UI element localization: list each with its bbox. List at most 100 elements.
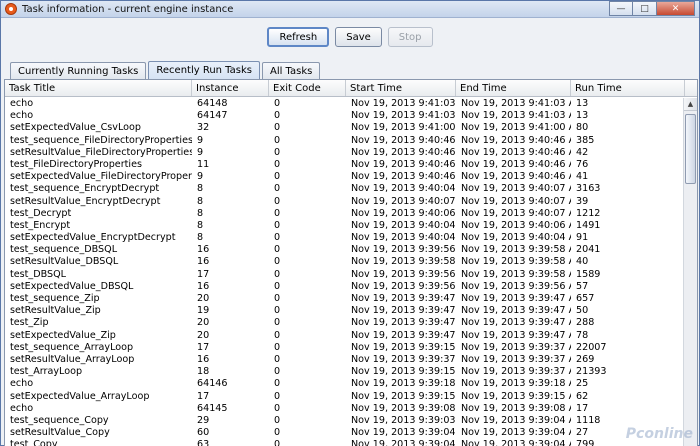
cell-task-title: setResultValue_Copy	[10, 427, 110, 439]
table-row[interactable]: setExpectedValue_EncryptDecrypt 8 0 Nov 19,…	[5, 232, 685, 244]
cell-end-time: Nov 19, 2013 9:40:46 AM	[461, 146, 571, 158]
cell-instance: 17	[197, 268, 210, 280]
tab-recently-run[interactable]: Recently Run Tasks	[148, 61, 260, 79]
table-row[interactable]: setExpectedValue_ArrayLoop 17 0 Nov 19, 201…	[5, 391, 685, 403]
cell-start-time: Nov 19, 2013 9:39:56 AM	[351, 244, 456, 256]
cell-start-time: Nov 19, 2013 9:39:58 AM	[351, 256, 456, 268]
table-row[interactable]: test_DBSQL 17 0 Nov 19, 2013 9:39:56 AM Nov …	[5, 269, 685, 281]
cell-task-title: test_sequence_DBSQL	[10, 244, 118, 256]
cell-start-time: Nov 19, 2013 9:39:47 AM	[351, 329, 456, 341]
cell-instance: 20	[197, 329, 210, 341]
cell-exit-code: 0	[274, 366, 281, 378]
cell-task-title: test_Zip	[10, 317, 49, 329]
column-header-end-time[interactable]: End Time	[456, 80, 571, 96]
cell-end-time: Nov 19, 2013 9:40:07 AM	[461, 183, 571, 195]
table-row[interactable]: setResultValue_Copy 60 0 Nov 19, 2013 9:39:…	[5, 427, 685, 439]
cell-start-time: Nov 19, 2013 9:39:15 AM	[351, 341, 456, 353]
table-row[interactable]: echo 64145 0 Nov 19, 2013 9:39:08 AM Nov 19,…	[5, 403, 685, 415]
table-row[interactable]: setResultValue_FileDirectoryProperties 9 0…	[5, 147, 685, 159]
cell-end-time: Nov 19, 2013 9:39:04 AM	[461, 427, 571, 439]
table-row[interactable]: echo 64148 0 Nov 19, 2013 9:41:03 AM Nov 19,…	[5, 98, 685, 110]
cell-exit-code: 0	[274, 378, 281, 390]
cell-exit-code: 0	[274, 183, 281, 195]
vertical-scrollbar[interactable]: ▲	[683, 98, 697, 446]
cell-start-time: Nov 19, 2013 9:40:04 AM	[351, 232, 456, 244]
cell-run-time: 3163	[576, 183, 601, 195]
cell-end-time: Nov 19, 2013 9:39:37 AM	[461, 353, 571, 365]
table-row[interactable]: test_Decrypt 8 0 Nov 19, 2013 9:40:06 AM Nov…	[5, 208, 685, 220]
title-bar[interactable]: Task information - current engine instan…	[1, 1, 699, 18]
cell-start-time: Nov 19, 2013 9:40:06 AM	[351, 207, 456, 219]
table-row[interactable]: setResultValue_Zip 19 0 Nov 19, 2013 9:39:4…	[5, 305, 685, 317]
table-row[interactable]: echo 64147 0 Nov 19, 2013 9:41:03 AM Nov 19,…	[5, 110, 685, 122]
cell-start-time: Nov 19, 2013 9:39:15 AM	[351, 366, 456, 378]
cell-start-time: Nov 19, 2013 9:39:18 AM	[351, 378, 456, 390]
cell-run-time: 1491	[576, 219, 601, 231]
cell-run-time: 80	[576, 122, 589, 134]
cell-run-time: 42	[576, 146, 589, 158]
refresh-button[interactable]: Refresh	[267, 27, 330, 47]
cell-run-time: 78	[576, 329, 589, 341]
cell-start-time: Nov 19, 2013 9:40:04 AM	[351, 219, 456, 231]
save-button[interactable]: Save	[335, 27, 382, 47]
table-row[interactable]: setExpectedValue_DBSQL 16 0 Nov 19, 2013 9:…	[5, 281, 685, 293]
stop-button: Stop	[387, 27, 433, 47]
cell-exit-code: 0	[274, 256, 281, 268]
maximize-icon[interactable]: □	[633, 1, 657, 16]
minimize-icon[interactable]: —	[609, 1, 633, 16]
column-header-run-time[interactable]: Run Time	[571, 80, 685, 96]
cell-task-title: echo	[10, 98, 34, 109]
cell-run-time: 25	[576, 378, 589, 390]
table-row[interactable]: setExpectedValue_Zip 20 0 Nov 19, 2013 9:39…	[5, 330, 685, 342]
table-row[interactable]: setResultValue_EncryptDecrypt 8 0 Nov 19, 2…	[5, 196, 685, 208]
cell-exit-code: 0	[274, 439, 281, 446]
window-controls: — □ ✕	[609, 1, 695, 17]
table-row[interactable]: test_ArrayLoop 18 0 Nov 19, 2013 9:39:15 AM…	[5, 366, 685, 378]
cell-instance: 63	[197, 439, 210, 446]
table-row[interactable]: test_sequence_FileDirectoryProperties 9 0 N…	[5, 135, 685, 147]
table-row[interactable]: setExpectedValue_FileDirectoryProperties…	[5, 171, 685, 183]
column-header-instance[interactable]: Instance	[192, 80, 269, 96]
scrollbar-thumb[interactable]	[685, 114, 696, 184]
cell-instance: 8	[197, 232, 204, 244]
table-row[interactable]: setExpectedValue_CsvLoop 32 0 Nov 19, 2013 …	[5, 122, 685, 134]
cell-start-time: Nov 19, 2013 9:39:47 AM	[351, 305, 456, 317]
cell-task-title: echo	[10, 110, 34, 122]
table-row[interactable]: setResultValue_DBSQL 16 0 Nov 19, 2013 9:39…	[5, 256, 685, 268]
tab-all-tasks[interactable]: All Tasks	[261, 62, 321, 79]
cell-instance: 64148	[197, 98, 228, 109]
table-row[interactable]: test_sequence_Zip 20 0 Nov 19, 2013 9:39:47…	[5, 293, 685, 305]
cell-task-title: test_sequence_EncryptDecrypt	[10, 183, 160, 195]
cell-exit-code: 0	[274, 402, 281, 414]
column-header-task-title[interactable]: Task Title	[5, 80, 192, 96]
cell-instance: 8	[197, 207, 204, 219]
table-row[interactable]: test_sequence_ArrayLoop 17 0 Nov 19, 2013 9…	[5, 342, 685, 354]
cell-task-title: setExpectedValue_Zip	[10, 329, 116, 341]
cell-exit-code: 0	[274, 305, 281, 317]
table-row[interactable]: test_FileDirectoryProperties 11 0 Nov 19, 2…	[5, 159, 685, 171]
column-header-start-time[interactable]: Start Time	[346, 80, 456, 96]
cell-end-time: Nov 19, 2013 9:39:47 AM	[461, 317, 571, 329]
table-row[interactable]: test_Zip 20 0 Nov 19, 2013 9:39:47 AM Nov 19…	[5, 317, 685, 329]
table-row[interactable]: test_sequence_Copy 29 0 Nov 19, 2013 9:39:0…	[5, 415, 685, 427]
cell-task-title: setExpectedValue_DBSQL	[10, 280, 134, 292]
table-row[interactable]: echo 64146 0 Nov 19, 2013 9:39:18 AM Nov 19,…	[5, 378, 685, 390]
cell-end-time: Nov 19, 2013 9:39:47 AM	[461, 305, 571, 317]
tab-currently-running[interactable]: Currently Running Tasks	[10, 62, 147, 79]
cell-start-time: Nov 19, 2013 9:40:07 AM	[351, 195, 456, 207]
table-body: echo641480Nov 19, 2013 9:41:03 AMNov 19,…	[5, 98, 685, 446]
table-row[interactable]: test_sequence_EncryptDecrypt 8 0 Nov 19, 20…	[5, 183, 685, 195]
table-row[interactable]: test_Encrypt 8 0 Nov 19, 2013 9:40:04 AM Nov…	[5, 220, 685, 232]
close-icon[interactable]: ✕	[657, 1, 695, 16]
cell-end-time: Nov 19, 2013 9:39:58 AM	[461, 268, 571, 280]
scroll-up-icon[interactable]: ▲	[684, 98, 697, 111]
table-row[interactable]: test_Copy 63 0 Nov 19, 2013 9:39:04 AM Nov 1…	[5, 439, 685, 446]
cell-start-time: Nov 19, 2013 9:40:46 AM	[351, 134, 456, 146]
cell-exit-code: 0	[274, 280, 281, 292]
table-row[interactable]: setResultValue_ArrayLoop 16 0 Nov 19, 2013 …	[5, 354, 685, 366]
cell-end-time: Nov 19, 2013 9:39:47 AM	[461, 329, 571, 341]
column-header-exit-code[interactable]: Exit Code	[269, 80, 346, 96]
cell-task-title: setExpectedValue_ArrayLoop	[10, 390, 150, 402]
table-row[interactable]: test_sequence_DBSQL 16 0 Nov 19, 2013 9:39:…	[5, 244, 685, 256]
cell-run-time: 2041	[576, 244, 601, 256]
